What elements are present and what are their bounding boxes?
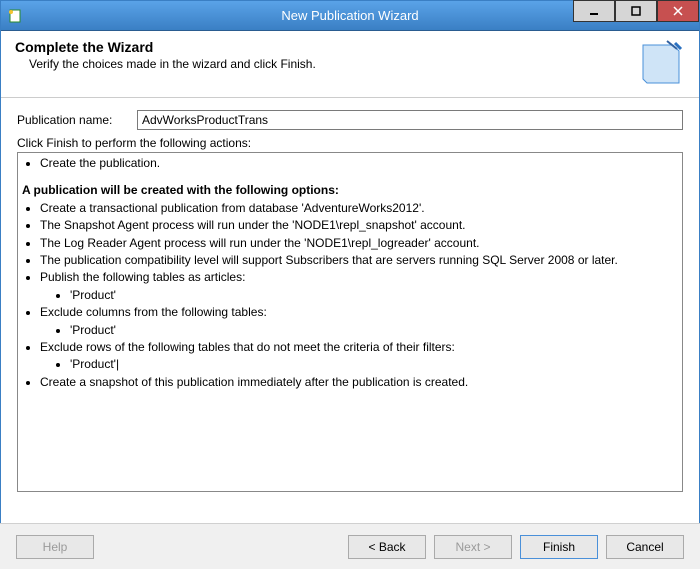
exclude-rows-list: 'Product' [40,356,678,373]
list-item: The Snapshot Agent process will run unde… [40,217,678,234]
next-button[interactable]: Next > [434,535,512,559]
summary-options-list: Create a transactional publication from … [22,200,678,391]
titlebar: New Publication Wizard [1,1,699,31]
maximize-button[interactable] [615,0,657,22]
wizard-header: Complete the Wizard Verify the choices m… [1,31,699,98]
list-item: The publication compatibility level will… [40,252,678,269]
list-item: Create a transactional publication from … [40,200,678,217]
page-title: Complete the Wizard [15,39,316,55]
publication-name-input[interactable] [137,110,683,130]
list-item: 'Product' [70,322,678,339]
list-item: 'Product' [70,356,678,373]
list-item: 'Product' [70,287,678,304]
publication-name-row: Publication name: [17,110,683,130]
exclude-rows-label: Exclude rows of the following tables tha… [40,340,455,354]
text-caret [116,357,119,371]
publish-tables-list: 'Product' [40,287,678,304]
list-item: Create the publication. [40,155,678,172]
instruction-text: Click Finish to perform the following ac… [17,136,683,150]
app-icon [7,8,23,24]
header-text: Complete the Wizard Verify the choices m… [15,39,316,87]
list-item: Publish the following tables as articles… [40,269,678,304]
page-subtitle: Verify the choices made in the wizard an… [15,57,316,71]
back-button[interactable]: < Back [348,535,426,559]
exclude-cols-label: Exclude columns from the following table… [40,305,267,319]
wizard-footer: Help < Back Next > Finish Cancel [0,523,700,569]
publication-name-label: Publication name: [17,113,137,127]
summary-top-list: Create the publication. [22,155,678,172]
list-item: Exclude columns from the following table… [40,304,678,339]
list-item: The Log Reader Agent process will run un… [40,235,678,252]
finish-button[interactable]: Finish [520,535,598,559]
window-controls [573,1,699,30]
close-button[interactable] [657,0,699,22]
titlebar-left [1,8,29,24]
list-item: Exclude rows of the following tables tha… [40,339,678,374]
help-button[interactable]: Help [16,535,94,559]
cancel-button[interactable]: Cancel [606,535,684,559]
summary-options-heading: A publication will be created with the f… [22,182,678,199]
exclude-cols-list: 'Product' [40,322,678,339]
wizard-book-icon [637,39,685,87]
publish-tables-label: Publish the following tables as articles… [40,270,245,284]
minimize-button[interactable] [573,0,615,22]
content-area: Publication name: Click Finish to perfor… [1,98,699,492]
summary-box[interactable]: Create the publication. A publication wi… [17,152,683,492]
list-item: Create a snapshot of this publication im… [40,374,678,391]
